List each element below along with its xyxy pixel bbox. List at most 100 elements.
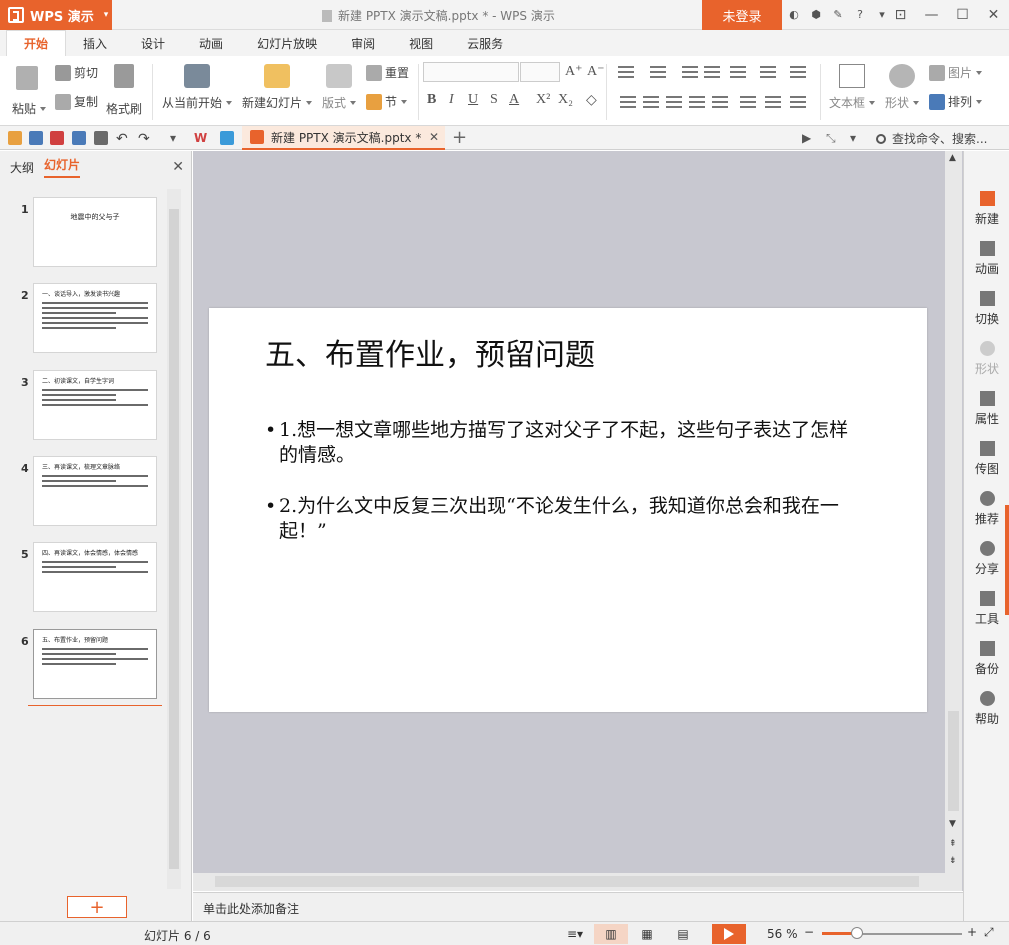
subscript-icon[interactable]: X₂	[558, 92, 573, 108]
new-tab-icon[interactable]: +	[452, 127, 467, 148]
indent-icon[interactable]	[704, 66, 720, 78]
text-direction-icon[interactable]	[790, 66, 806, 78]
smart-art-icon[interactable]	[790, 96, 806, 108]
sidebar-recommend[interactable]: 推荐	[964, 491, 1009, 527]
play-slideshow-button[interactable]	[712, 924, 746, 944]
pin-icon[interactable]: ⤡	[826, 131, 840, 145]
section-button[interactable]: 节	[366, 93, 408, 110]
shape-button[interactable]: 形状	[885, 64, 920, 111]
scrollbar-thumb[interactable]	[948, 711, 959, 811]
skin-icon[interactable]: ◐	[787, 6, 801, 22]
decrease-font-icon[interactable]: A⁻	[587, 63, 605, 80]
bold-icon[interactable]: B	[427, 92, 436, 108]
zoom-in-icon[interactable]: +	[967, 925, 977, 939]
format-painter-button[interactable]: 格式刷	[106, 100, 142, 117]
slide-title[interactable]: 五、布置作业，预留问题	[265, 330, 595, 374]
font-color-icon[interactable]: A	[509, 92, 519, 108]
sidebar-backup[interactable]: 备份	[964, 641, 1009, 677]
tab-slides[interactable]: 幻灯片	[44, 156, 81, 178]
scrollbar-thumb[interactable]	[169, 209, 179, 869]
zoom-slider-knob[interactable]	[851, 927, 863, 939]
tab-design[interactable]: 设计	[124, 30, 182, 56]
from-current-button[interactable]: 从当前开始	[162, 64, 233, 111]
pen-icon[interactable]: ✎	[831, 6, 845, 22]
bullet-2[interactable]: • 2.为什么文中反复三次出现“不论发生什么，我知道你总会和我在一起！”	[265, 494, 865, 544]
redo-icon[interactable]: ↷	[138, 131, 152, 147]
minimize-icon[interactable]: —	[916, 0, 947, 30]
save-icon[interactable]	[29, 131, 43, 145]
export-pdf-icon[interactable]	[50, 131, 64, 145]
superscript-icon[interactable]: X²	[536, 92, 550, 108]
numbered-list-icon[interactable]	[650, 66, 666, 78]
cube-icon[interactable]: ⬢	[809, 6, 823, 22]
close-tab-icon[interactable]: ✕	[429, 130, 439, 144]
tab-insert[interactable]: 插入	[66, 30, 124, 56]
tab-animation[interactable]: 动画	[182, 30, 240, 56]
close-icon[interactable]: ✕	[978, 0, 1009, 30]
slide-thumbnail-1[interactable]: 1 地震中的父与子	[0, 197, 165, 267]
textbox-button[interactable]: 文本框	[829, 64, 876, 111]
add-slide-button[interactable]: +	[67, 896, 127, 918]
reset-button[interactable]: 重置	[366, 64, 409, 81]
align-center-icon[interactable]	[643, 96, 659, 108]
document-tab[interactable]: 新建 PPTX 演示文稿.pptx * ✕	[242, 126, 445, 150]
align-left-icon[interactable]	[620, 96, 636, 108]
current-slide[interactable]: 五、布置作业，预留问题 • 1.想一想文章哪些地方描写了这对父子了不起，这些句子表…	[209, 308, 927, 712]
close-panel-icon[interactable]: ✕	[172, 159, 184, 175]
copy-button[interactable]: 复制	[55, 93, 98, 110]
bullet-list-icon[interactable]	[618, 66, 634, 78]
cut-button[interactable]: 剪切	[55, 64, 98, 81]
sidebar-properties[interactable]: 属性	[964, 391, 1009, 427]
font-family-select[interactable]	[423, 62, 519, 82]
help-icon[interactable]: ?	[853, 6, 867, 22]
scroll-down-icon[interactable]: ▼	[949, 819, 956, 829]
slide-thumbnail-3[interactable]: 3 二、初读课文，自学生字词	[0, 370, 165, 440]
login-button[interactable]: 未登录	[702, 0, 782, 30]
sidebar-new[interactable]: 新建	[964, 191, 1009, 227]
maximize-icon[interactable]: ☐	[947, 0, 978, 30]
reading-view-icon[interactable]: ▤	[666, 924, 700, 944]
wps-w-icon[interactable]: W	[194, 131, 208, 145]
open-folder-icon[interactable]	[8, 131, 22, 145]
sidebar-tools[interactable]: 工具	[964, 591, 1009, 627]
tab-view[interactable]: 视图	[392, 30, 450, 56]
command-search[interactable]: 查找命令、搜索...	[876, 130, 987, 147]
align-right-icon[interactable]	[666, 96, 682, 108]
strikethrough-icon[interactable]: S	[490, 92, 498, 108]
text-align-icon[interactable]	[765, 96, 781, 108]
undo-icon[interactable]: ↶	[116, 131, 130, 147]
font-size-select[interactable]	[520, 62, 560, 82]
slides-scrollbar[interactable]	[167, 189, 181, 889]
tab-slideshow[interactable]: 幻灯片放映	[240, 30, 334, 56]
italic-icon[interactable]: I	[449, 92, 454, 108]
slide-thumbnail-6[interactable]: 6 五、布置作业，预留问题	[0, 629, 165, 699]
screen-record-icon[interactable]: ▶	[802, 131, 816, 145]
increase-font-icon[interactable]: A⁺	[565, 63, 583, 80]
line-spacing-icon[interactable]	[760, 66, 776, 78]
slide-thumbnail-5[interactable]: 5 四、再读课文，体会情感，体会情感	[0, 542, 165, 612]
arrange-button[interactable]: 排列	[929, 93, 983, 110]
notes-area[interactable]: 单击此处添加备注	[193, 892, 963, 921]
zoom-level[interactable]: 56 %	[767, 927, 798, 941]
sidebar-transition[interactable]: 切换	[964, 291, 1009, 327]
tab-cloud[interactable]: 云服务	[450, 30, 520, 56]
new-slide-button[interactable]: 新建幻灯片	[242, 64, 313, 111]
bullet-1[interactable]: • 1.想一想文章哪些地方描写了这对父子了不起，这些句子表达了怎样的情感。	[265, 418, 865, 468]
prev-slide-icon[interactable]: ⇞	[949, 839, 957, 849]
notes-toggle-icon[interactable]: ≡▾	[558, 924, 592, 944]
slide-thumbnail-2[interactable]: 2 一、谈话导入，激发读书兴趣	[0, 283, 165, 353]
picture-button[interactable]: 图片	[929, 64, 983, 81]
print-preview-icon[interactable]	[94, 131, 108, 145]
columns-icon[interactable]	[730, 66, 746, 78]
sidebar-upload-image[interactable]: 传图	[964, 441, 1009, 477]
clear-format-icon[interactable]: ◇	[586, 92, 597, 109]
fit-window-icon[interactable]: ⤢	[984, 925, 994, 940]
sidebar-animation[interactable]: 动画	[964, 241, 1009, 277]
sidebar-help[interactable]: 帮助	[964, 691, 1009, 727]
restore-ribbon-icon[interactable]: ⊡	[885, 0, 916, 30]
canvas-vertical-scrollbar[interactable]: ▲ ▼ ⇞ ⇟	[945, 151, 962, 891]
sidebar-share[interactable]: 分享	[964, 541, 1009, 577]
paste-button[interactable]: 粘贴	[12, 100, 47, 117]
tab-home[interactable]: 开始	[6, 30, 67, 56]
distribute-icon[interactable]	[712, 96, 728, 108]
